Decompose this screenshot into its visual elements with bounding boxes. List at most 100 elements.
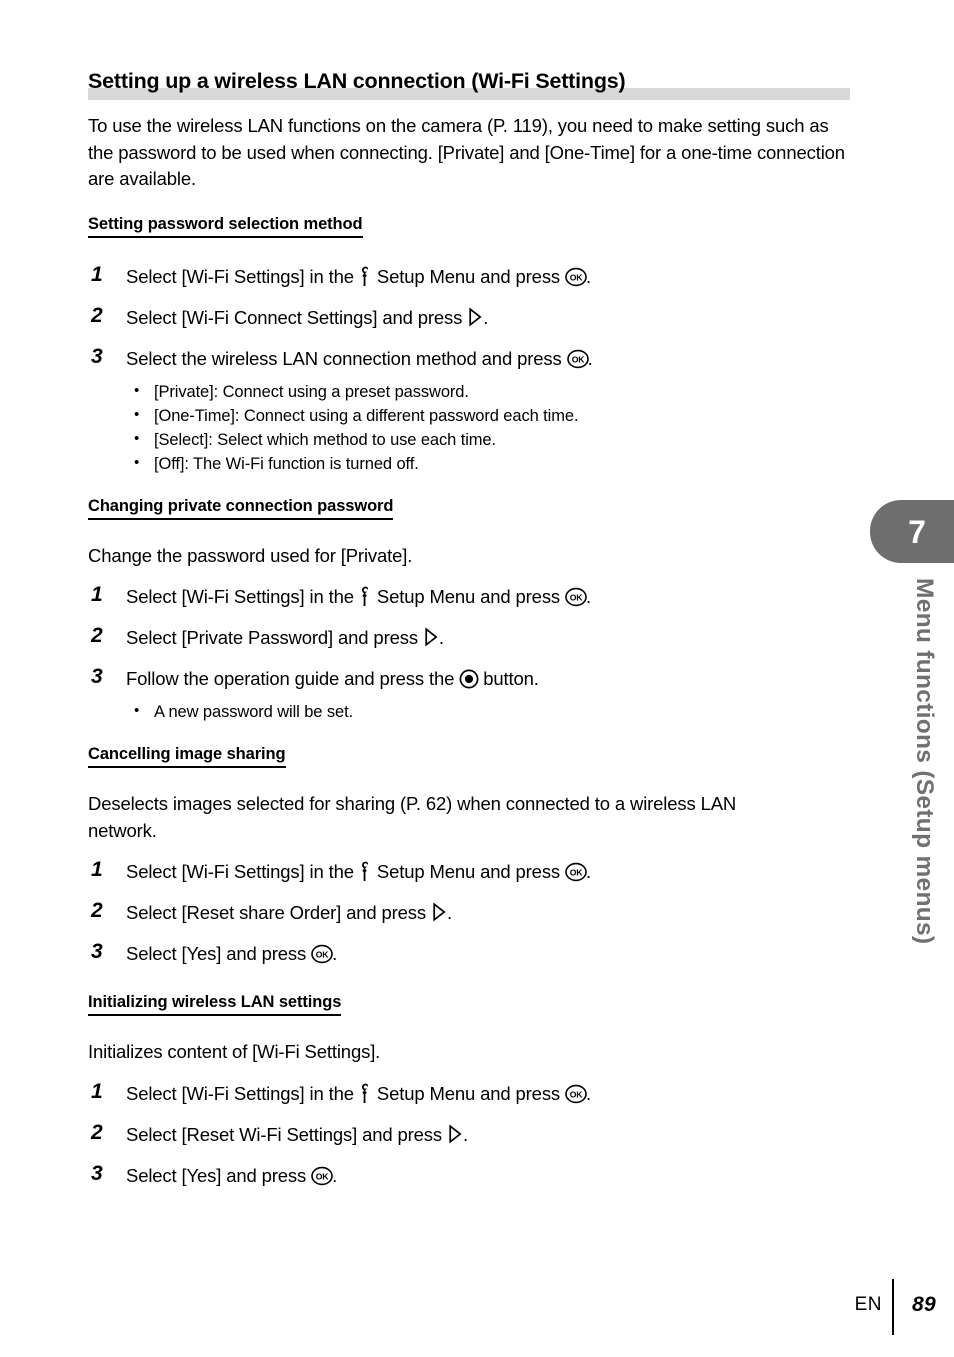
ok-button-icon: OK — [565, 861, 587, 882]
step-text: Select [Private Password] and press . — [126, 627, 444, 648]
section-changing-private-connection-password: Changing private connection password Cha… — [88, 497, 854, 725]
step-text-part: . — [586, 1082, 592, 1104]
step-text: Select [Wi-Fi Settings] in the Setup Men… — [126, 861, 591, 882]
bullet-item: A new password will be set. — [128, 699, 854, 724]
chapter-tab: 7 — [870, 500, 954, 563]
step-text-part: Select [Wi-Fi Settings] in the — [126, 586, 354, 607]
section-heading: Changing private connection password — [88, 497, 393, 520]
step-text-part: Select [Yes] and press — [126, 943, 307, 964]
chapter-tab-label: Menu functions (Setup menus) — [911, 578, 938, 945]
step-number: 2 — [91, 624, 103, 647]
ok-button-icon: OK — [565, 586, 587, 607]
section-setting-password-selection-method: Setting password selection method 1 Sele… — [88, 215, 854, 476]
step-text: Follow the operation guide and press the… — [126, 668, 539, 689]
footer-page-number: 89 — [912, 1293, 936, 1316]
step-number: 2 — [91, 899, 103, 922]
step-text: Select [Yes] and press OK . — [126, 1165, 337, 1186]
right-triangle-icon — [467, 306, 483, 327]
step-text: Select [Wi-Fi Settings] in the Setup Men… — [126, 1083, 591, 1104]
record-button-icon — [459, 669, 479, 689]
svg-text:OK: OK — [316, 949, 330, 959]
wrench-setup-menu-icon — [359, 586, 372, 607]
step-text: Select the wireless LAN connection metho… — [126, 348, 593, 369]
svg-text:OK: OK — [570, 272, 584, 282]
step-item: 1 Select [Wi-Fi Settings] in the Setup M… — [88, 263, 854, 290]
chapter-tab-number: 7 — [908, 513, 926, 550]
step-text-part: Select [Wi-Fi Settings] in the — [126, 861, 354, 882]
step-text: Select [Wi-Fi Settings] in the Setup Men… — [126, 266, 591, 287]
svg-text:OK: OK — [316, 1171, 330, 1181]
right-triangle-icon — [423, 627, 439, 647]
step-item: 1 Select [Wi-Fi Settings] in the Setup M… — [88, 583, 854, 610]
bullet-item: [Off]: The Wi-Fi function is turned off. — [128, 451, 854, 476]
step-text-part: Select [Reset share Order] and press — [126, 902, 426, 923]
step-text-part: . — [447, 902, 452, 923]
section-cancelling-image-sharing: Cancelling image sharing Deselects image… — [88, 745, 854, 967]
step-text-part: Select [Wi-Fi Connect Settings] and pres… — [126, 306, 463, 328]
step-list: 1 Select [Wi-Fi Settings] in the Setup M… — [88, 1080, 854, 1189]
step-text-part: Select [Reset Wi-Fi Settings] and press — [126, 1123, 442, 1145]
footer-divider — [892, 1279, 894, 1335]
step-item: 2 Select [Private Password] and press . — [88, 624, 854, 651]
step-text-part: . — [438, 627, 444, 648]
step-list: 1 Select [Wi-Fi Settings] in the Setup M… — [88, 858, 854, 967]
step-text: Select [Wi-Fi Settings] in the Setup Men… — [126, 586, 591, 607]
svg-text:OK: OK — [570, 867, 584, 877]
page-footer: EN 89 — [0, 1237, 954, 1357]
page-title-block: Setting up a wireless LAN connection (Wi… — [88, 68, 854, 102]
step-item: 1 Select [Wi-Fi Settings] in the Setup M… — [88, 1080, 854, 1107]
page-content: Setting up a wireless LAN connection (Wi… — [88, 68, 854, 1203]
wrench-setup-menu-icon — [359, 1083, 372, 1104]
subheading-row: Cancelling image sharing — [88, 745, 854, 779]
step-text-part: Select [Wi-Fi Settings] in the — [126, 265, 354, 287]
right-triangle-icon — [431, 902, 447, 922]
bullet-item: [One-Time]: Connect using a different pa… — [128, 403, 854, 428]
step-item: 3 Select [Yes] and press OK . — [88, 1162, 854, 1189]
step-text-part: . — [462, 1123, 468, 1145]
step-number: 1 — [91, 583, 103, 606]
step-text-part: Select the wireless LAN connection metho… — [126, 347, 562, 369]
step-text-part: Follow the operation guide and press the — [126, 668, 455, 689]
svg-text:OK: OK — [570, 1089, 584, 1099]
step-text-part: Setup Menu and press — [376, 861, 561, 882]
step-text-part: . — [332, 1164, 338, 1186]
step-number: 1 — [91, 858, 103, 881]
step-list: 1 Select [Wi-Fi Settings] in the Setup M… — [88, 263, 854, 372]
step-item: 2 Select [Reset share Order] and press . — [88, 899, 854, 926]
step-text-part: Setup Menu and press — [376, 586, 561, 607]
step-number: 1 — [91, 262, 103, 286]
step-item: 3 Select the wireless LAN connection met… — [88, 345, 854, 372]
page-title: Setting up a wireless LAN connection (Wi… — [88, 69, 626, 93]
ok-button-icon: OK — [311, 943, 333, 964]
step-item: 2 Select [Wi-Fi Connect Settings] and pr… — [88, 304, 854, 331]
step-text-part: . — [586, 586, 592, 607]
step-number: 3 — [91, 344, 103, 368]
step-list: 1 Select [Wi-Fi Settings] in the Setup M… — [88, 583, 854, 692]
footer-language: EN — [854, 1294, 882, 1315]
subheading-row: Changing private connection password — [88, 497, 854, 531]
step-number: 2 — [91, 1120, 103, 1144]
step-item: 3 Follow the operation guide and press t… — [88, 665, 854, 692]
section-lead: Deselects images selected for sharing (P… — [88, 793, 737, 841]
step-text: Select [Wi-Fi Connect Settings] and pres… — [126, 307, 488, 328]
step-item: 2 Select [Reset Wi-Fi Settings] and pres… — [88, 1121, 854, 1148]
wrench-setup-menu-icon — [359, 861, 372, 882]
wrench-setup-menu-icon — [359, 266, 372, 287]
step-text-part: button. — [483, 668, 539, 689]
svg-text:OK: OK — [570, 592, 584, 602]
step-text: Select [Reset share Order] and press . — [126, 902, 452, 923]
step-text-part: Select [Yes] and press — [126, 1164, 307, 1186]
intro-paragraph: To use the wireless LAN functions on the… — [88, 115, 845, 189]
step-text: Select [Yes] and press OK . — [126, 943, 337, 964]
svg-text:OK: OK — [571, 354, 585, 364]
step-number: 3 — [91, 665, 103, 688]
step-text: Select [Reset Wi-Fi Settings] and press … — [126, 1124, 468, 1145]
step-number: 2 — [91, 303, 103, 327]
section-lead: Initializes content of [Wi-Fi Settings]. — [88, 1041, 381, 1062]
step-text-part: Select [Private Password] and press — [126, 627, 418, 648]
ok-button-icon: OK — [565, 1083, 587, 1104]
step-text-part: . — [586, 861, 592, 882]
